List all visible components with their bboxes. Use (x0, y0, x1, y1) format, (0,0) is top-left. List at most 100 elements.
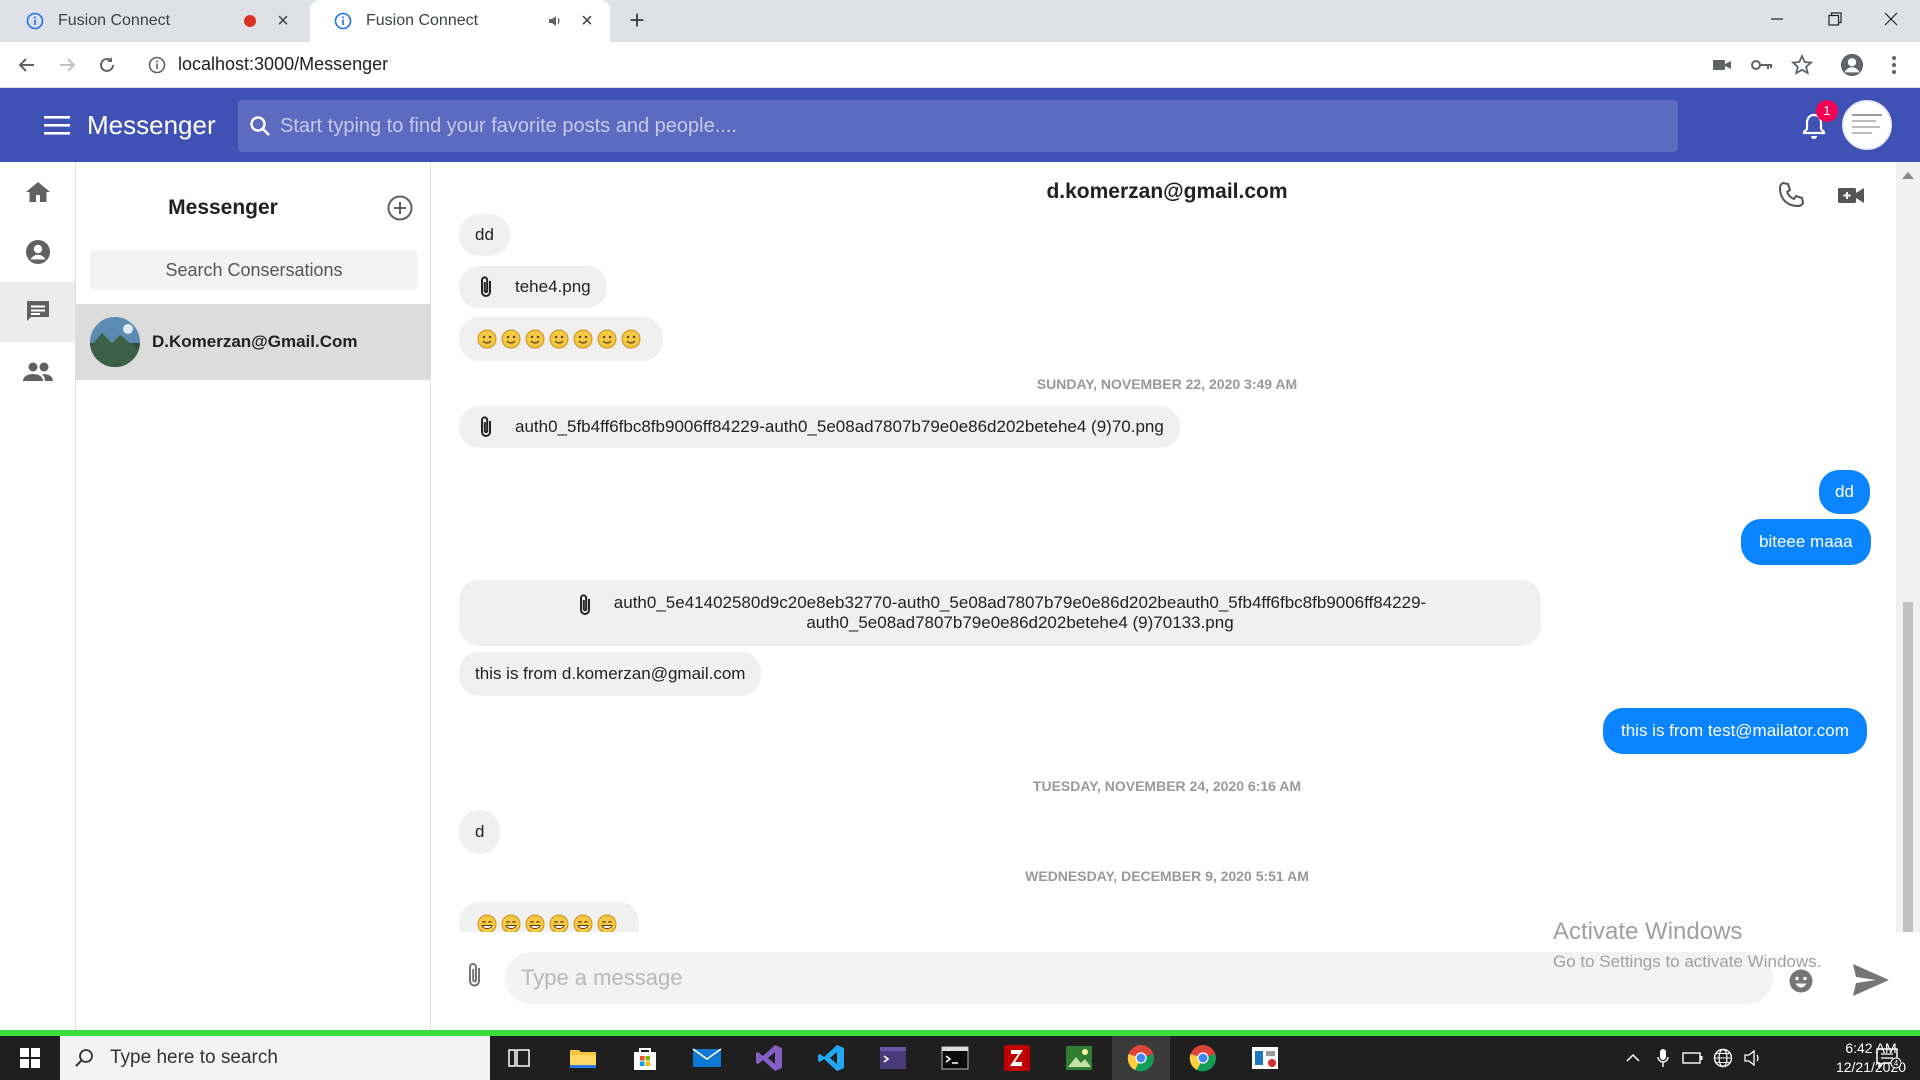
audio-playing-icon[interactable] (546, 12, 564, 30)
search-conversations-input[interactable] (90, 250, 418, 290)
grinning-face-emoji-icon (477, 914, 497, 932)
taskbar-git-bash[interactable] (864, 1036, 922, 1080)
nav-profile[interactable] (0, 222, 75, 282)
close-tab-icon[interactable]: × (274, 11, 292, 31)
grinning-face-emoji-icon (573, 914, 593, 932)
global-search-input[interactable] (272, 106, 1678, 146)
forward-button[interactable] (54, 52, 80, 78)
start-button[interactable] (0, 1036, 60, 1080)
notifications-chat-icon: 4 (1876, 1048, 1901, 1069)
taskbar-vscode[interactable] (802, 1036, 860, 1080)
message-bubble-them: dd (459, 214, 510, 256)
taskbar-visual-studio[interactable] (740, 1036, 798, 1080)
message-text: this is from test@mailator.com (1621, 721, 1849, 740)
smiling-face-emoji-icon (621, 329, 641, 349)
close-tab-icon[interactable]: × (578, 11, 596, 31)
image-editor-icon (1066, 1046, 1092, 1070)
tray-microphone[interactable] (1652, 1036, 1674, 1080)
restore-button[interactable] (1806, 0, 1864, 38)
attach-file-paperclip-icon[interactable] (463, 960, 487, 990)
tray-volume[interactable] (1740, 1036, 1766, 1080)
taskbar-mail[interactable] (678, 1036, 736, 1080)
attachment-bubble-them[interactable]: tehe4.png (459, 266, 607, 308)
conversations-panel: Messenger D.Komerzan@Gmail.Com (76, 162, 431, 1030)
taskbar-chrome-active[interactable] (1112, 1036, 1170, 1080)
emoji-picker-smiley-icon[interactable] (1788, 968, 1814, 994)
taskbar-image-app[interactable] (1050, 1036, 1108, 1080)
attachment-filename: auth0_5e41402580d9c20e8eb32770-auth0_5e0… (614, 593, 1426, 633)
tray-network[interactable] (1710, 1036, 1736, 1080)
conversations-title: Messenger (168, 196, 278, 219)
command-prompt-icon (941, 1046, 969, 1070)
chat-header: d.komerzan@gmail.com (431, 162, 1896, 222)
new-tab-button[interactable]: + (624, 7, 650, 34)
menu-icon[interactable] (44, 114, 70, 136)
arrow-left-icon (18, 58, 34, 72)
notification-badge: 1 (1816, 100, 1838, 122)
message-text: d (475, 822, 485, 841)
key-icon[interactable] (1750, 53, 1774, 77)
browser-tab-strip: Fusion Connect × Fusion Connect × + (0, 0, 1920, 42)
messages-list[interactable]: asfu d.komerzan@gmail.com dd tehe4.png S… (431, 162, 1896, 932)
more-vert-icon[interactable] (1882, 53, 1906, 77)
tab-title: Fusion Connect (366, 12, 479, 29)
nav-people[interactable] (0, 342, 75, 402)
message-text: biteee maaa (1759, 532, 1853, 551)
taskbar-terminal[interactable] (926, 1036, 984, 1080)
action-center-button[interactable]: 4 (1866, 1036, 1910, 1080)
watermark-subtitle: Go to Settings to activate Windows. (1553, 952, 1822, 971)
scroll-up-arrow-icon[interactable] (1902, 172, 1914, 179)
video-call-icon[interactable] (1836, 180, 1866, 210)
tray-battery[interactable] (1680, 1036, 1706, 1080)
task-view-button[interactable] (490, 1036, 548, 1080)
microphone-icon (1657, 1049, 1669, 1067)
attachment-bubble-them[interactable]: auth0_5fb4ff6fbc8fb9006ff84229-auth0_5e0… (459, 406, 1180, 448)
smiling-face-emoji-icon (477, 329, 497, 349)
conversation-item[interactable]: D.Komerzan@Gmail.Com (76, 304, 431, 380)
chat-area: asfu d.komerzan@gmail.com dd tehe4.png S… (431, 162, 1920, 1030)
speaker-icon (1744, 1049, 1759, 1067)
attachment-filename: auth0_5fb4ff6fbc8fb9006ff84229-auth0_5e0… (515, 417, 1164, 436)
user-avatar[interactable] (1842, 100, 1892, 150)
grinning-face-emoji-icon (597, 914, 617, 932)
taskbar-app-window[interactable] (1236, 1036, 1294, 1080)
profile-icon[interactable] (1840, 53, 1864, 77)
grinning-face-emoji-icon (525, 914, 545, 932)
close-window-button[interactable] (1862, 0, 1920, 38)
grinning-face-emoji-icon (549, 914, 569, 932)
smiling-face-emoji-icon (501, 329, 521, 349)
message-text: this is from d.komerzan@gmail.com (475, 664, 746, 683)
browser-tab-2[interactable]: Fusion Connect × (310, 0, 610, 42)
star-icon[interactable] (1790, 53, 1814, 77)
phone-icon[interactable] (1776, 180, 1806, 210)
taskbar-store[interactable] (616, 1036, 674, 1080)
back-button[interactable] (14, 52, 40, 78)
camera-in-use-icon[interactable] (1710, 53, 1734, 77)
info-icon (334, 12, 352, 30)
send-icon[interactable] (1851, 962, 1891, 998)
taskbar-filezilla[interactable] (988, 1036, 1046, 1080)
new-conversation-add-icon[interactable] (386, 194, 414, 222)
message-text: dd (475, 225, 494, 244)
chat-scrollbar[interactable] (1896, 162, 1920, 932)
taskbar-chrome-2[interactable] (1174, 1036, 1232, 1080)
site-info-icon[interactable] (148, 56, 166, 74)
reload-button[interactable] (94, 52, 120, 78)
taskbar-file-explorer[interactable] (554, 1036, 612, 1080)
paperclip-icon (481, 276, 491, 297)
browser-tab-1[interactable]: Fusion Connect × (0, 0, 306, 42)
attachment-bubble-them[interactable]: auth0_5e41402580d9c20e8eb32770-auth0_5e0… (459, 580, 1541, 646)
attachment-filename-line2: auth0_5e08ad7807b79e0e86d202betehe4 (9)7… (806, 613, 1234, 632)
nav-home[interactable] (0, 162, 75, 222)
recording-indicator-icon (244, 15, 256, 27)
nav-messenger[interactable] (0, 282, 75, 342)
minimize-button[interactable] (1748, 0, 1806, 38)
store-bag-icon (634, 1048, 656, 1070)
tab-title: Fusion Connect (58, 12, 171, 29)
url-text[interactable]: localhost:3000/Messenger (178, 54, 388, 75)
scrollbar-thumb[interactable] (1903, 602, 1913, 932)
tray-show-hidden[interactable] (1620, 1036, 1646, 1080)
paperclip-icon (579, 594, 590, 615)
chrome-icon (1189, 1045, 1216, 1072)
taskbar-search[interactable]: Type here to search (60, 1036, 490, 1080)
